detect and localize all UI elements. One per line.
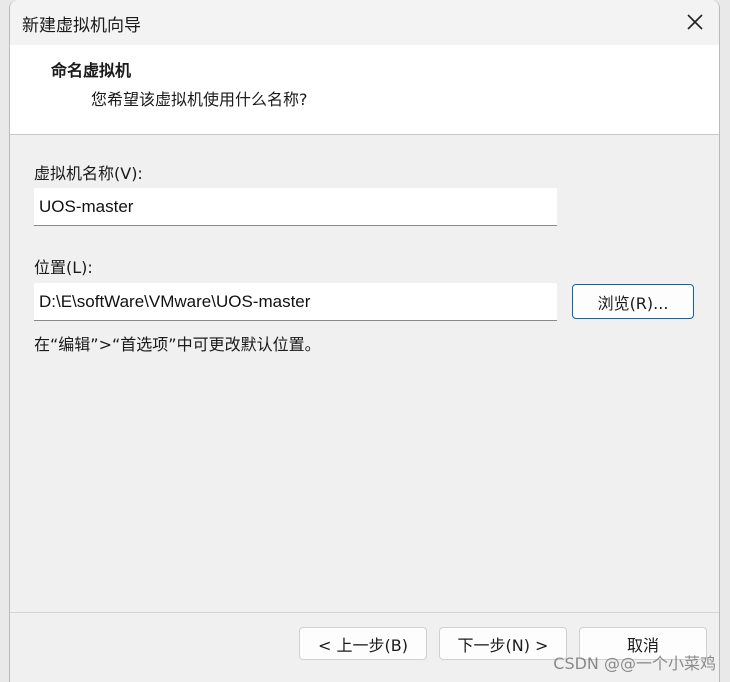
title-bar: 新建虚拟机向导: [10, 0, 719, 45]
browse-button[interactable]: 浏览(R)...: [572, 284, 694, 319]
back-button[interactable]: < 上一步(B): [299, 627, 427, 660]
vm-name-input[interactable]: [34, 188, 557, 226]
vm-name-label: 虚拟机名称(V):: [34, 164, 143, 183]
wizard-header: 命名虚拟机 您希望该虚拟机使用什么名称?: [10, 45, 719, 135]
page-subtitle: 您希望该虚拟机使用什么名称?: [91, 90, 308, 109]
close-icon: [687, 14, 703, 30]
page-title: 命名虚拟机: [51, 61, 132, 80]
location-hint: 在“编辑”>“首选项”中可更改默认位置。: [34, 335, 321, 354]
watermark: CSDN @@一个小菜鸡: [553, 654, 716, 673]
close-button[interactable]: [681, 8, 709, 36]
footer-divider: [10, 612, 719, 613]
new-vm-wizard-window: 新建虚拟机向导 命名虚拟机 您希望该虚拟机使用什么名称? 虚拟机名称(V): 位…: [9, 0, 720, 682]
location-label: 位置(L):: [34, 258, 93, 277]
location-input[interactable]: [34, 283, 557, 321]
next-button[interactable]: 下一步(N) >: [439, 627, 567, 660]
window-title: 新建虚拟机向导: [22, 16, 141, 36]
